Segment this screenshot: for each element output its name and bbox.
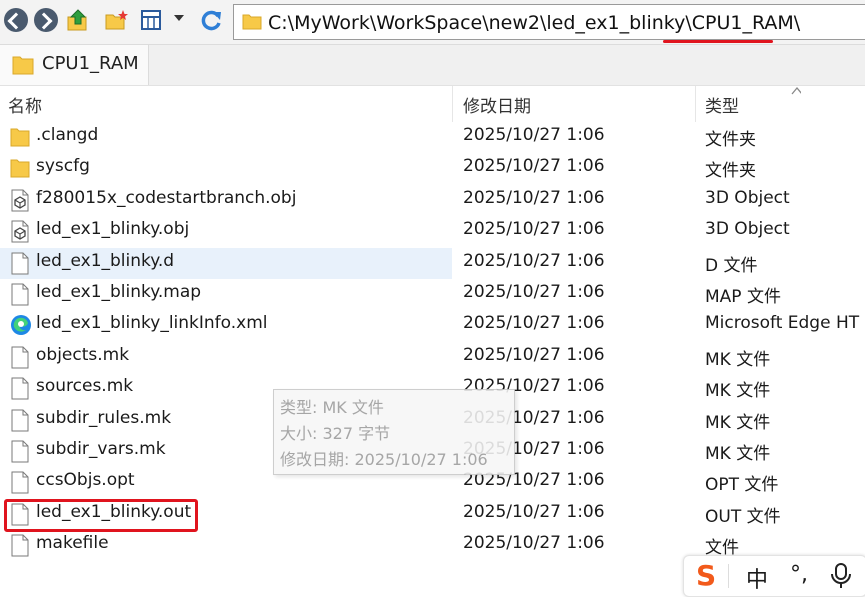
highlight-annotation-box [4, 499, 198, 532]
tooltip-type: 类型: MK 文件 [280, 398, 384, 417]
ime-punctuation-toggle[interactable]: °, [790, 562, 808, 587]
tab-cpu1-ram[interactable]: CPU1_RAM [0, 45, 149, 85]
view-options-button[interactable] [140, 8, 164, 32]
refresh-button[interactable] [198, 8, 222, 32]
object-file-icon [10, 220, 30, 243]
file-name[interactable]: ccsObjs.opt [36, 470, 135, 490]
file-type: MK 文件 [705, 412, 771, 433]
column-divider[interactable] [695, 86, 696, 122]
tab-label: CPU1_RAM [42, 53, 139, 74]
file-name[interactable]: led_ex1_blinky_linkInfo.xml [36, 313, 268, 333]
file-icon [10, 409, 30, 432]
folder-icon [242, 14, 262, 30]
file-icon [10, 534, 30, 557]
file-name[interactable]: subdir_vars.mk [36, 439, 166, 459]
microphone-icon[interactable] [830, 562, 852, 596]
file-row[interactable]: led_ex1_blinky_linkInfo.xml 2025/10/27 1:… [0, 310, 865, 341]
file-icon [10, 346, 30, 369]
file-type: OUT 文件 [705, 506, 781, 527]
file-type: 文件夹 [705, 130, 756, 150]
file-date: 2025/10/27 1:06 [463, 219, 605, 240]
column-divider[interactable] [452, 86, 453, 122]
svg-text:S: S [696, 560, 716, 590]
file-name[interactable]: led_ex1_blinky.map [36, 282, 201, 302]
sogou-logo-icon[interactable]: S [692, 559, 722, 596]
column-type-header[interactable]: 类型 [705, 92, 739, 117]
file-icon [10, 440, 30, 463]
file-date: 2025/10/27 1:06 [463, 344, 605, 365]
chevron-down-icon [174, 15, 184, 21]
file-type: Microsoft Edge HT [705, 313, 860, 334]
new-folder-icon [105, 10, 128, 30]
edge-icon [10, 314, 31, 337]
file-type: MK 文件 [705, 381, 771, 402]
folder-icon [10, 126, 30, 149]
file-row[interactable]: objects.mk 2025/10/27 1:06 MK 文件 [0, 342, 865, 373]
file-name[interactable]: syscfg [36, 156, 90, 176]
tooltip-size: 大小: 327 字节 [280, 424, 391, 443]
column-name-header[interactable]: 名称 [8, 92, 42, 117]
file-icon [10, 283, 30, 306]
up-arrow-folder-icon [67, 9, 87, 31]
up-folder-button[interactable] [66, 8, 90, 32]
file-type: D 文件 [705, 255, 758, 276]
file-name[interactable]: subdir_rules.mk [36, 408, 171, 428]
file-icon [10, 471, 30, 494]
explorer-toolbar: C:\MyWork\WorkSpace\new2\led_ex1_blinky\… [0, 0, 865, 45]
file-date: 2025/10/27 1:06 [463, 156, 605, 177]
file-type: MK 文件 [705, 349, 771, 370]
file-name[interactable]: f280015x_codestartbranch.obj [36, 188, 296, 208]
file-name[interactable]: led_ex1_blinky.d [36, 251, 174, 271]
file-row[interactable]: led_ex1_blinky.obj 2025/10/27 1:06 3D Obje… [0, 216, 865, 247]
address-bar[interactable]: C:\MyWork\WorkSpace\new2\led_ex1_blinky\… [233, 4, 865, 40]
ime-toolbar: S 中 °, [683, 555, 865, 597]
file-date: 2025/10/27 1:06 [463, 501, 605, 522]
file-date: 2025/10/27 1:06 [463, 250, 605, 271]
file-name[interactable]: sources.mk [36, 376, 133, 396]
file-name[interactable]: objects.mk [36, 345, 129, 365]
back-button[interactable] [4, 8, 28, 32]
file-type: 文件夹 [705, 161, 756, 182]
file-name[interactable]: .clangd [36, 125, 98, 145]
address-path: C:\MyWork\WorkSpace\new2\led_ex1_blinky\… [268, 12, 801, 34]
file-type: 3D Object [705, 187, 790, 208]
sort-ascending-icon [791, 86, 801, 95]
file-row[interactable]: syscfg 2025/10/27 1:06 文件夹 [0, 153, 865, 184]
object-file-icon [10, 189, 30, 212]
file-date: 2025/10/27 1:06 [463, 187, 605, 208]
file-date: 2025/10/27 1:06 [463, 533, 605, 554]
column-date-header[interactable]: 修改日期 [463, 92, 531, 117]
file-row[interactable]: led_ex1_blinky.d 2025/10/27 1:06 D 文件 [0, 247, 865, 279]
file-row[interactable]: .clangd 2025/10/27 1:06 文件夹 [0, 122, 865, 153]
file-date: 2025/10/27 1:06 [463, 125, 605, 145]
file-type: MAP 文件 [705, 286, 781, 307]
file-type: 3D Object [705, 219, 790, 240]
refresh-icon [201, 10, 221, 31]
file-row[interactable]: f280015x_codestartbranch.obj 2025/10/27 1… [0, 185, 865, 216]
tab-strip: CPU1_RAM [0, 45, 865, 86]
view-dropdown-button[interactable] [172, 10, 186, 24]
file-name[interactable]: led_ex1_blinky.obj [36, 219, 189, 239]
file-type: OPT 文件 [705, 475, 779, 496]
file-date: 2025/10/27 1:06 [463, 281, 605, 302]
address-annotation-underline [663, 40, 773, 43]
folder-icon [12, 56, 34, 75]
grid-view-icon [141, 10, 161, 30]
file-icon [10, 252, 30, 275]
file-info-tooltip: 类型: MK 文件 大小: 327 字节 修改日期: 2025/10/27 1:… [273, 389, 515, 475]
file-date: 2025/10/27 1:06 [463, 313, 605, 334]
folder-icon [10, 157, 30, 180]
column-header: 名称 修改日期 类型 [0, 86, 865, 122]
ime-divider [728, 564, 729, 588]
ime-mode-toggle[interactable]: 中 [746, 562, 768, 594]
file-type: MK 文件 [705, 443, 771, 464]
file-name[interactable]: makefile [36, 533, 109, 553]
file-list: .clangd 2025/10/27 1:06 文件夹 syscfg 2025/10/2… [0, 122, 865, 561]
file-icon [10, 377, 30, 400]
forward-button[interactable] [34, 8, 58, 32]
file-row[interactable]: led_ex1_blinky.map 2025/10/27 1:06 MAP 文件 [0, 279, 865, 310]
new-folder-button[interactable] [104, 8, 128, 32]
tooltip-date: 修改日期: 2025/10/27 1:06 [280, 450, 488, 469]
